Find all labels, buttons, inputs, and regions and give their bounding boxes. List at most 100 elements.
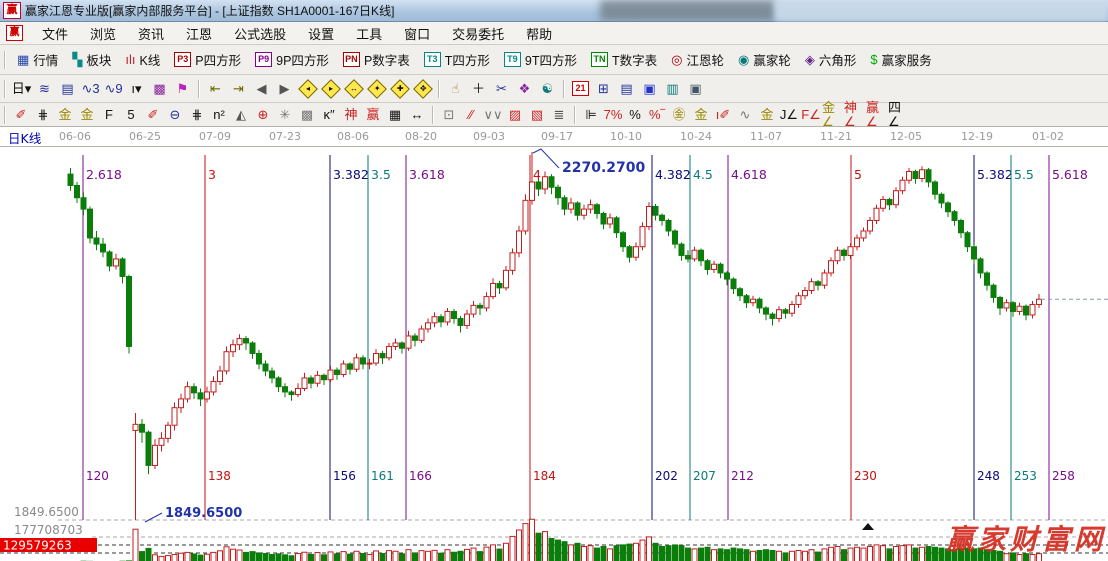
p-square-button[interactable]: P3P四方形 xyxy=(167,48,248,71)
diamond-hspread-button[interactable]: ↔ xyxy=(342,79,365,99)
si-angle-button[interactable]: 四∠ xyxy=(888,106,910,124)
hatch-box2-icon: ▧ xyxy=(531,108,543,122)
shen-comb-button[interactable]: 神 xyxy=(340,106,362,124)
cycle-circle-button[interactable]: ⊖ xyxy=(164,106,186,124)
crosshair-tool-button[interactable]: ＋ xyxy=(467,79,490,99)
k-marks-button[interactable]: ĸ″ xyxy=(318,106,340,124)
menu-item-0[interactable]: 文件 xyxy=(31,22,79,45)
a-wave-button[interactable]: ∿ xyxy=(734,106,756,124)
percent-line-button[interactable]: %‾ xyxy=(646,106,668,124)
next-bar-button[interactable]: ▶ xyxy=(273,79,296,99)
candle-pen-button[interactable]: ı✐ xyxy=(712,106,734,124)
calculator-button[interactable]: ⊞ xyxy=(592,79,615,99)
slats-button[interactable]: ≣ xyxy=(548,106,570,124)
color-flag-button[interactable]: ⚑ xyxy=(171,79,194,99)
t-number-table-button[interactable]: TNT数字表 xyxy=(584,48,664,71)
winner-service-button[interactable]: $赢家服务 xyxy=(863,48,938,71)
red-grid-1-button[interactable]: ▨ xyxy=(504,106,526,124)
volume-bar xyxy=(868,546,873,561)
time-comb-button[interactable]: ⋕ xyxy=(186,106,208,124)
menu-item-3[interactable]: 江恩 xyxy=(175,22,223,45)
gold-line-button[interactable]: 金 xyxy=(690,106,712,124)
diamond-right-button[interactable]: ▸ xyxy=(319,79,342,99)
j-angle-button[interactable]: J∠ xyxy=(778,106,800,124)
zigzag-button[interactable]: ∨∨ xyxy=(482,106,504,124)
ray-fan-button[interactable]: ∕∕ xyxy=(460,106,482,124)
menu-item-5[interactable]: 设置 xyxy=(297,22,345,45)
red-grid-2-button[interactable]: ▧ xyxy=(526,106,548,124)
pc-search-button[interactable]: ▥ xyxy=(661,79,684,99)
first-bar-button[interactable]: ⇤ xyxy=(204,79,227,99)
wave-3-button[interactable]: ∿3 xyxy=(79,79,102,99)
calendar-button[interactable]: 21 xyxy=(569,79,592,99)
candle xyxy=(666,220,671,230)
web-tool-button[interactable]: ❖ xyxy=(513,79,536,99)
market-quotes-button[interactable]: ▦行情 xyxy=(10,48,65,71)
volume-bar xyxy=(335,554,340,561)
period-selector-button[interactable]: 日▾ xyxy=(10,79,33,99)
n-squared-button[interactable]: n² xyxy=(208,106,230,124)
menu-item-9[interactable]: 帮助 xyxy=(515,22,563,45)
diamond-expand-button[interactable]: ✚ xyxy=(388,79,411,99)
pc-button[interactable]: ▣ xyxy=(684,79,707,99)
gold-angle-button[interactable]: 金∠ xyxy=(822,106,844,124)
notes-button[interactable]: ▤ xyxy=(615,79,638,99)
volume-bar xyxy=(692,549,697,561)
measure-h-button[interactable]: ↔ xyxy=(406,106,428,124)
menu-item-7[interactable]: 窗口 xyxy=(393,22,441,45)
angle-ruler-button[interactable]: ◭ xyxy=(230,106,252,124)
grid-view-button[interactable]: ▩ xyxy=(148,79,171,99)
menu-item-4[interactable]: 公式选股 xyxy=(223,22,297,45)
ladder-button[interactable]: ⊫ xyxy=(580,106,602,124)
web-square-button[interactable]: ▩ xyxy=(296,106,318,124)
9t-square-button[interactable]: T99T四方形 xyxy=(497,48,584,71)
diamond-compress-button[interactable]: ✦ xyxy=(365,79,388,99)
wave-9-button[interactable]: ∿9 xyxy=(102,79,125,99)
winner-wheel-button[interactable]: ◉赢家轮 xyxy=(731,48,798,71)
f-comb-button[interactable]: F xyxy=(98,106,120,124)
seven-pct-button[interactable]: 7% xyxy=(602,106,624,124)
brain-tool-button[interactable]: ☯ xyxy=(536,79,559,99)
cut-tool-button[interactable]: ✂ xyxy=(490,79,513,99)
box-tool-button[interactable]: ⊡ xyxy=(438,106,460,124)
gold-comb-1-button[interactable]: 金 xyxy=(54,106,76,124)
gann-wheel-button[interactable]: ◎江恩轮 xyxy=(664,48,731,71)
p-number-table-button[interactable]: PNP数字表 xyxy=(336,48,417,71)
comb-tool-button[interactable]: ⋕ xyxy=(32,106,54,124)
percent-button[interactable]: % xyxy=(624,106,646,124)
kline-button[interactable]: ılıK线 xyxy=(118,48,167,71)
9p-square-button[interactable]: P99P四方形 xyxy=(248,48,336,71)
shen-angle-button[interactable]: 神∠ xyxy=(844,106,866,124)
ying-comb-button[interactable]: 赢 xyxy=(362,106,384,124)
t-square-button[interactable]: T3T四方形 xyxy=(417,48,497,71)
spider-web-button[interactable]: ✳ xyxy=(274,106,296,124)
pen-tool-button[interactable]: ✐ xyxy=(10,106,32,124)
hand-tool-button[interactable]: ☝ xyxy=(444,79,467,99)
save-button[interactable]: ▣ xyxy=(638,79,661,99)
gold-circle-button[interactable]: ㊎ xyxy=(668,106,690,124)
menu-item-8[interactable]: 交易委托 xyxy=(441,22,515,45)
gold-line-2-button[interactable]: 金 xyxy=(756,106,778,124)
last-bar-button[interactable]: ⇥ xyxy=(227,79,250,99)
menu-item-2[interactable]: 资讯 xyxy=(127,22,175,45)
f-angle-button[interactable]: F∠ xyxy=(800,106,822,124)
ying-angle-button[interactable]: 赢∠ xyxy=(866,106,888,124)
grid-123-button[interactable]: ▦ xyxy=(384,106,406,124)
diamond-left-button[interactable]: ◂ xyxy=(296,79,319,99)
menu-item-6[interactable]: 工具 xyxy=(345,22,393,45)
chart-canvas[interactable]: 日K线06-0606-2507-0907-2308-0608-2009-0309… xyxy=(0,127,1108,561)
sectors-button[interactable]: ▚板块 xyxy=(65,48,118,71)
info-doc-button[interactable]: ▤ xyxy=(56,79,79,99)
hexagon-button[interactable]: ◈六角形 xyxy=(798,48,864,71)
title-bar[interactable]: 赢 赢家江恩专业版[赢家内部服务平台] - [上证指数 SH1A0001-167… xyxy=(0,0,1108,22)
trend-chart-button[interactable]: ≋ xyxy=(33,79,56,99)
price-level-label: 1849.6500 xyxy=(14,505,79,519)
diamond-move-button[interactable]: ✥ xyxy=(411,79,434,99)
five-comb-button[interactable]: 5 xyxy=(120,106,142,124)
menu-item-1[interactable]: 浏览 xyxy=(79,22,127,45)
target-button[interactable]: ⊕ xyxy=(252,106,274,124)
prev-bar-button[interactable]: ◀ xyxy=(250,79,273,99)
pen-ruler-button[interactable]: ✐ xyxy=(142,106,164,124)
candle-style-button[interactable]: ı▾ xyxy=(125,79,148,99)
gold-comb-2-button[interactable]: 金 xyxy=(76,106,98,124)
